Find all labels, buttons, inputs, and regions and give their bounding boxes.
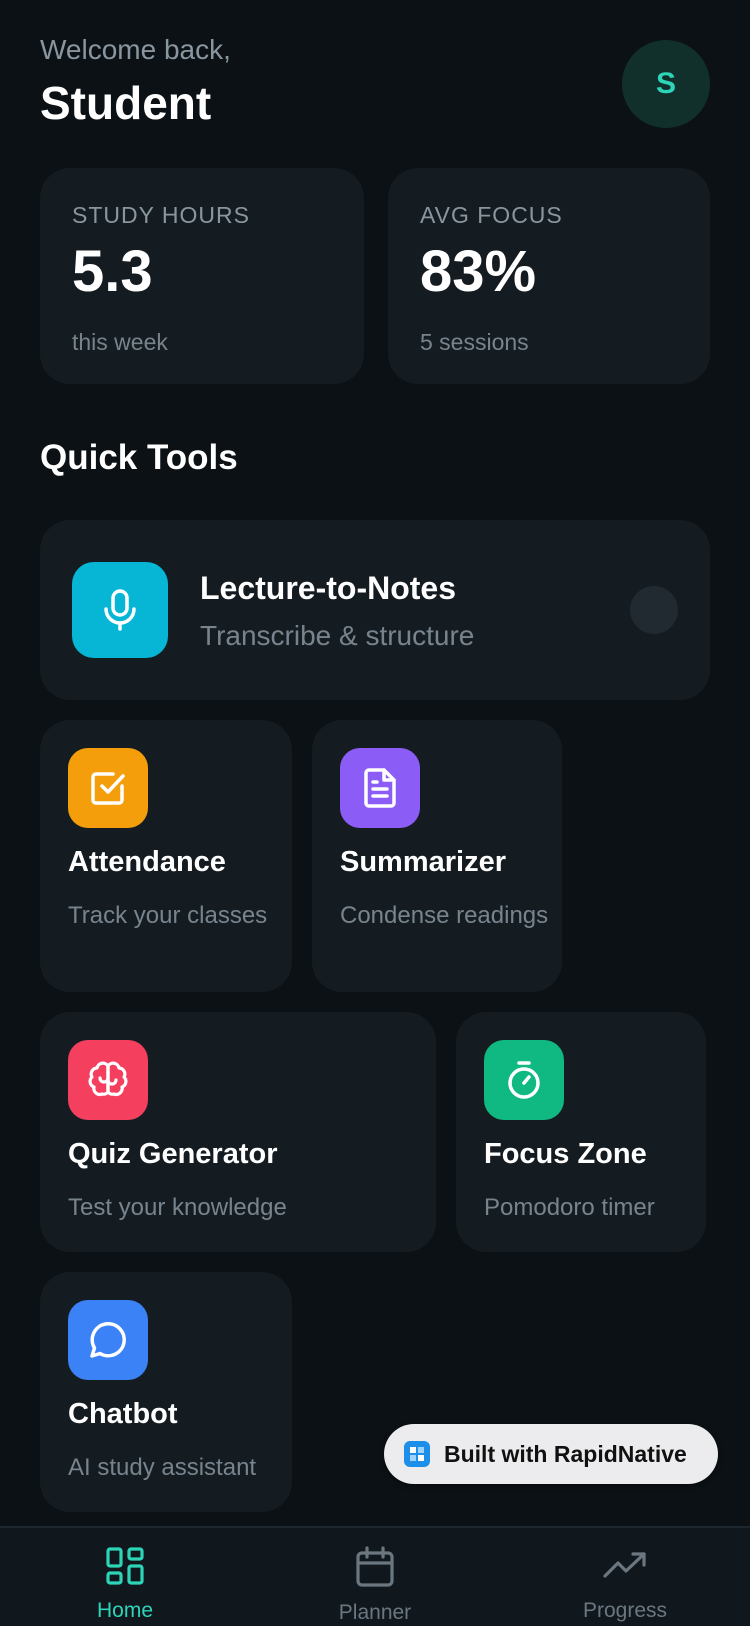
- chat-bubble-icon: [68, 1300, 148, 1380]
- built-with-badge[interactable]: Built with RapidNative: [384, 1424, 718, 1484]
- status-dot: [630, 586, 678, 634]
- stat-card-avg-focus: AVG FOCUS 83% 5 sessions: [388, 168, 710, 384]
- bottom-tab-bar: Home Planner Progress: [0, 1526, 750, 1626]
- checkbox-icon: [68, 748, 148, 828]
- stat-label: STUDY HOURS: [72, 202, 250, 228]
- tool-title: Lecture-to-Notes: [200, 570, 457, 606]
- tool-card-chatbot[interactable]: Chatbot AI study assistant: [40, 1272, 292, 1512]
- tab-planner[interactable]: Planner: [295, 1546, 455, 1625]
- tab-label: Home: [96, 1599, 154, 1622]
- stopwatch-icon: [484, 1040, 564, 1120]
- stat-value: 83%: [420, 239, 537, 304]
- section-title: Quick Tools: [40, 438, 238, 477]
- tool-subtitle: Test your knowledge: [68, 1194, 287, 1221]
- tab-home[interactable]: Home: [45, 1546, 205, 1623]
- tool-title: Summarizer: [340, 846, 507, 878]
- calendar-icon: [355, 1546, 395, 1592]
- stat-card-study-hours: STUDY HOURS 5.3 this week: [40, 168, 364, 384]
- welcome-text: Welcome back,: [40, 34, 231, 65]
- tool-subtitle: Pomodoro timer: [484, 1194, 655, 1221]
- tool-card-summarizer[interactable]: Summarizer Condense readings: [312, 720, 562, 992]
- avatar[interactable]: S: [622, 40, 710, 128]
- tool-title: Attendance: [68, 846, 226, 878]
- tool-card-attendance[interactable]: Attendance Track your classes: [40, 720, 292, 992]
- rapidnative-logo-icon: [404, 1441, 430, 1467]
- tool-title: Chatbot: [68, 1398, 178, 1430]
- tool-card-lecture-to-notes[interactable]: Lecture-to-Notes Transcribe & structure: [40, 520, 710, 700]
- document-icon: [340, 748, 420, 828]
- tab-progress[interactable]: Progress: [545, 1546, 705, 1623]
- stat-value: 5.3: [72, 239, 153, 304]
- tool-card-focus-zone[interactable]: Focus Zone Pomodoro timer: [456, 1012, 706, 1252]
- microphone-icon: [72, 562, 168, 658]
- stat-label: AVG FOCUS: [420, 202, 563, 228]
- badge-label: Built with RapidNative: [444, 1440, 687, 1467]
- tool-title: Focus Zone: [484, 1138, 647, 1170]
- user-name: Student: [40, 77, 212, 129]
- tool-subtitle: Transcribe & structure: [200, 620, 475, 651]
- tool-subtitle: AI study assistant: [68, 1454, 257, 1481]
- stat-subtitle: 5 sessions: [420, 329, 529, 355]
- trend-up-icon: [603, 1552, 647, 1590]
- tab-label: Planner: [338, 1601, 412, 1624]
- grid-icon: [105, 1547, 145, 1590]
- avatar-initial: S: [655, 67, 676, 100]
- tool-title: Quiz Generator: [68, 1138, 278, 1170]
- brain-icon: [68, 1040, 148, 1120]
- tool-subtitle: Track your classes: [68, 902, 268, 929]
- tab-label: Progress: [582, 1599, 668, 1622]
- tool-card-quiz-generator[interactable]: Quiz Generator Test your knowledge: [40, 1012, 436, 1252]
- tool-subtitle: Condense readings: [340, 902, 549, 929]
- stat-subtitle: this week: [72, 329, 168, 355]
